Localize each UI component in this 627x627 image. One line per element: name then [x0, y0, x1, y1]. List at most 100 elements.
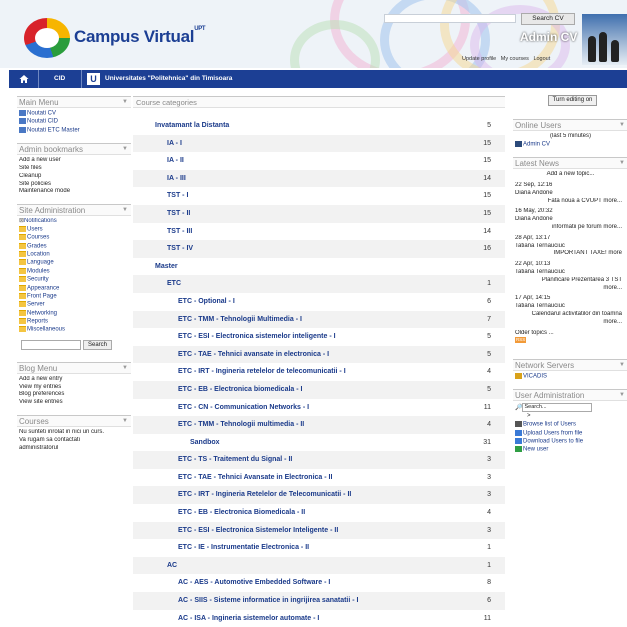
category-link[interactable]: ETC - IRT - Ingineria retelelor de telec… — [178, 363, 346, 381]
category-link[interactable]: ETC - EB - Electronica Biomedicala - II — [178, 504, 305, 522]
admin-item-courses[interactable]: Courses — [19, 234, 129, 242]
older-topics-link[interactable]: Older topics ... — [515, 330, 626, 338]
blog-link[interactable]: Add a new entry — [19, 376, 129, 384]
category-link[interactable]: ETC - CN - Communication Networks - I — [178, 399, 309, 417]
admin-item-grades[interactable]: Grades — [19, 242, 129, 251]
admin-item-miscellaneous[interactable]: Miscellaneous — [19, 326, 129, 334]
user-admin-link[interactable]: New user — [515, 446, 626, 454]
user-search-input[interactable]: Search... — [522, 403, 593, 413]
category-link[interactable]: TST - III — [167, 223, 192, 241]
category-row: ETC - EB - Electronica Biomedicala - II 4 — [133, 504, 505, 522]
category-link[interactable]: ETC - TMM - Tehnologii multimedia - II — [178, 416, 304, 434]
admin-item-front-page[interactable]: Front Page — [19, 292, 129, 301]
my-courses-link[interactable]: My courses — [501, 56, 529, 62]
user-admin-link[interactable]: Browse list of Users — [515, 421, 626, 429]
admin-search-button[interactable]: Search — [83, 339, 112, 350]
site-search-input[interactable] — [384, 14, 516, 23]
user-admin-link[interactable]: Download Users to file — [515, 437, 626, 446]
category-link[interactable]: Sandbox — [190, 434, 220, 452]
category-course-count: 1 — [487, 280, 491, 288]
category-link[interactable]: TST - IV — [167, 240, 193, 258]
news-more-link[interactable]: more... — [515, 285, 626, 293]
category-link[interactable]: ETC - TMM - Tehnologii Multimedia - I — [178, 311, 302, 329]
admin-item-reports[interactable]: Reports — [19, 318, 129, 326]
collapse-icon[interactable]: ▼ — [619, 390, 625, 401]
admin-item-appearance[interactable]: Appearance — [19, 284, 129, 293]
latest-news-header: Latest News ▼ — [513, 157, 627, 170]
nav-item-university[interactable]: Universitates "Politehnica" din Timisoar… — [105, 70, 232, 88]
update-profile-link[interactable]: Update profile — [462, 56, 496, 62]
user-admin-link[interactable]: Upload Users from file — [515, 429, 626, 438]
category-link[interactable]: AC - SIIS - Sisteme informatice in ingri… — [178, 592, 359, 610]
admin-item-location[interactable]: Location — [19, 251, 129, 259]
collapse-icon[interactable]: ▼ — [619, 120, 625, 131]
category-link[interactable]: IA - III — [167, 170, 186, 188]
category-link[interactable]: TST - II — [167, 205, 190, 223]
folder-icon — [19, 301, 26, 308]
category-link[interactable]: AC — [167, 557, 177, 575]
bookmark-link[interactable]: Site files — [19, 165, 129, 173]
main-menu-item[interactable]: Noutati CID — [19, 118, 129, 126]
news-link[interactable]: IMPORTANT TAXE! more — [515, 250, 626, 258]
category-link[interactable]: ETC - IE - Instrumentatie Electronica - … — [178, 539, 309, 557]
collapse-icon[interactable]: ▼ — [122, 205, 128, 216]
news-link[interactable]: Calendarul activitatilor din toamna — [515, 311, 626, 319]
admin-item-server[interactable]: Server — [19, 301, 129, 309]
main-menu-item[interactable]: Noutati CV — [19, 110, 129, 118]
category-link[interactable]: ETC - ESI - Electronica sistemelor intel… — [178, 328, 336, 346]
category-link[interactable]: ETC — [167, 275, 181, 293]
admin-item-modules[interactable]: Modules — [19, 267, 129, 276]
collapse-icon[interactable]: ▼ — [122, 363, 128, 374]
bookmark-link[interactable]: Maintenance mode — [19, 188, 129, 196]
site-search-button[interactable]: Search CV — [521, 13, 575, 25]
home-icon[interactable] — [19, 74, 29, 84]
collapse-icon[interactable]: ▼ — [122, 144, 128, 155]
admin-search-input[interactable] — [21, 339, 81, 350]
main-menu-item[interactable]: Noutati ETC Master — [19, 126, 129, 135]
blog-link[interactable]: View site entries — [19, 399, 129, 407]
category-link[interactable]: ETC - TS - Traitement du Signal - II — [178, 451, 292, 469]
category-link[interactable]: AC - AES - Automotive Embedded Software … — [178, 574, 330, 592]
news-link[interactable]: Planificare Prezentarea 3 TST — [515, 277, 626, 285]
category-course-count: 6 — [487, 297, 491, 305]
site-title[interactable]: Campus VirtualUPT — [74, 26, 206, 47]
blog-link[interactable]: Blog preferences — [19, 391, 129, 399]
admin-item-networking[interactable]: Networking — [19, 309, 129, 318]
rss-icon[interactable]: RSS — [515, 337, 626, 345]
admin-item-notifications[interactable]: ⊠Notifications — [19, 218, 129, 226]
category-link[interactable]: IA - I — [167, 135, 182, 153]
category-link[interactable]: TST - I — [167, 187, 188, 205]
collapse-icon[interactable]: ▼ — [619, 158, 625, 169]
news-link[interactable]: Fata noua a CVUPT more... — [515, 198, 626, 206]
category-link[interactable]: Master — [155, 258, 178, 276]
category-link[interactable]: ETC - TAE - Tehnici avansate in electron… — [178, 346, 329, 364]
nav-item-cid[interactable]: CID — [54, 70, 65, 88]
network-server-link[interactable]: VICADIS — [515, 373, 626, 381]
category-link[interactable]: Invatamant la Distanta — [155, 117, 229, 135]
category-link[interactable]: ETC - Optional - I — [178, 293, 235, 311]
bookmark-link[interactable]: Add a new user — [19, 157, 129, 165]
category-link[interactable]: ETC - IRT - Ingineria Retelelor de Telec… — [178, 486, 351, 504]
user-search-go[interactable]: > — [515, 413, 626, 421]
category-link[interactable]: ETC - EB - Electronica biomedicala - I — [178, 381, 302, 399]
collapse-icon[interactable]: ▼ — [122, 97, 128, 108]
turn-editing-on-button[interactable]: Turn editing on — [548, 95, 597, 106]
bookmark-link[interactable]: Site policies — [19, 181, 129, 189]
admin-item-language[interactable]: Language — [19, 259, 129, 267]
category-link[interactable]: IA - II — [167, 152, 184, 170]
admin-item-security[interactable]: Security — [19, 276, 129, 284]
add-topic-link[interactable]: Add a new topic... — [515, 171, 626, 179]
collapse-icon[interactable]: ▼ — [122, 416, 128, 427]
bookmark-link[interactable]: Cleanup — [19, 173, 129, 181]
collapse-icon[interactable]: ▼ — [619, 360, 625, 371]
category-link[interactable]: AC - ISA - Ingineria sistemelor automate… — [178, 610, 319, 627]
online-user[interactable]: Admin CV — [515, 140, 626, 149]
logout-link[interactable]: Logout — [533, 56, 550, 62]
news-more-link[interactable]: more... — [515, 319, 626, 327]
admin-item-users[interactable]: Users — [19, 225, 129, 234]
blog-link[interactable]: View my entries — [19, 384, 129, 392]
news-link[interactable]: informatii pe forum more... — [515, 224, 626, 232]
category-link[interactable]: ETC - ESI - Electronica Sistemelor Intel… — [178, 522, 338, 540]
category-link[interactable]: ETC - TAE - Tehnici Avansate in Electron… — [178, 469, 332, 487]
campus-logo-icon[interactable] — [24, 18, 70, 58]
